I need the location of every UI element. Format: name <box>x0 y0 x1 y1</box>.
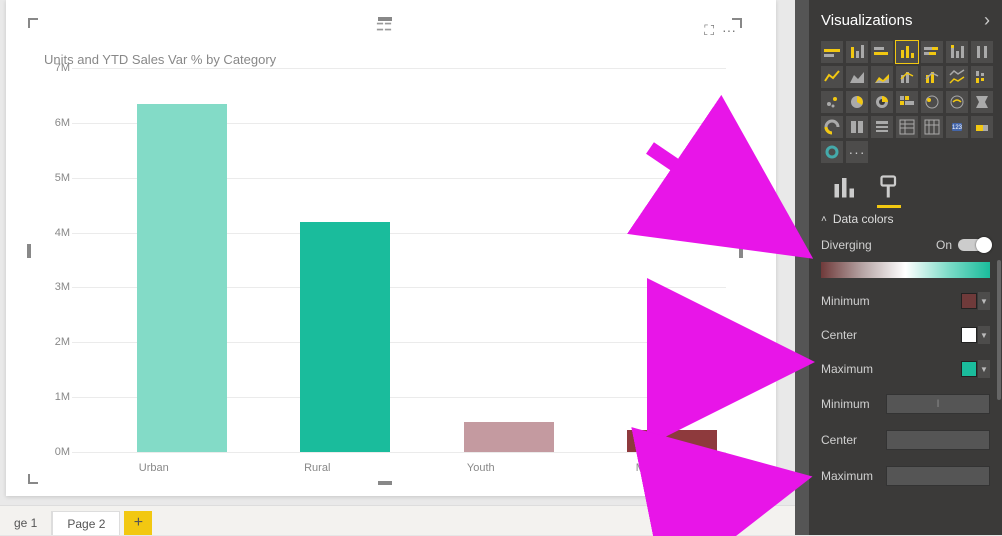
x-tick-label: Mix <box>636 462 653 474</box>
viz-type-icon-21[interactable] <box>821 116 843 138</box>
data-colors-section-header[interactable]: ˄ Data colors <box>821 212 990 226</box>
viz-type-icon-23[interactable] <box>871 116 893 138</box>
visualizations-panel: Visualizations › 123 ··· ˄ Data colors Di… <box>808 0 1002 535</box>
chevron-down-icon: ▼ <box>978 326 990 344</box>
y-tick-label: 7M <box>55 62 70 74</box>
panel-collapse-strip[interactable] <box>795 0 809 535</box>
focus-mode-icon[interactable]: ⛶ <box>704 22 714 39</box>
minimum-color-dropdown[interactable]: ▼ <box>961 292 990 310</box>
diverging-toggle[interactable]: On <box>936 238 990 252</box>
fields-tab-icon[interactable] <box>833 175 857 202</box>
y-tick-label: 3M <box>55 281 70 293</box>
chevron-down-icon: ▼ <box>978 292 990 310</box>
viz-type-icon-4[interactable] <box>921 41 943 63</box>
viz-type-icon-2[interactable] <box>871 41 893 63</box>
page-tab-2[interactable]: Page 2 <box>52 511 120 535</box>
diverging-label: Diverging <box>821 238 872 252</box>
viz-type-icon-20[interactable] <box>971 91 993 113</box>
report-page: ━━━━ ⛶ ··· Units and YTD Sales Var % by … <box>6 0 776 496</box>
minimum-value-label: Minimum <box>821 397 870 411</box>
viz-type-icon-22[interactable] <box>846 116 868 138</box>
viz-type-icon-7[interactable] <box>821 66 843 88</box>
x-tick-label: Rural <box>304 462 330 474</box>
chevron-down-icon: ▼ <box>978 360 990 378</box>
maximum-value-input[interactable] <box>886 466 990 486</box>
viz-type-icon-1[interactable] <box>846 41 868 63</box>
y-tick-label: 5M <box>55 172 70 184</box>
grid <box>72 68 726 452</box>
x-axis-labels: Urban Rural Youth Mix <box>72 458 726 474</box>
viz-type-icon-19[interactable] <box>946 91 968 113</box>
viz-type-icon-0[interactable] <box>821 41 843 63</box>
page-tab-1[interactable]: ge 1 <box>0 511 52 535</box>
viz-type-icon-27[interactable] <box>971 116 993 138</box>
minimum-value-input[interactable]: I <box>886 394 990 414</box>
viz-type-icon-16[interactable] <box>871 91 893 113</box>
diverging-gradient-preview <box>821 262 990 278</box>
viz-type-icon-14[interactable] <box>821 91 843 113</box>
report-canvas: ━━━━ ⛶ ··· Units and YTD Sales Var % by … <box>0 0 808 535</box>
text-cursor-icon: I <box>936 398 939 410</box>
section-title: Data colors <box>833 212 894 226</box>
maximum-value-label: Maximum <box>821 469 873 483</box>
toggle-state-label: On <box>936 238 952 252</box>
maximum-color-dropdown[interactable]: ▼ <box>961 360 990 378</box>
viz-type-icon-15[interactable] <box>846 91 868 113</box>
bar-mix[interactable] <box>627 430 717 452</box>
page-tab-bar: ge 1 Page 2 + <box>0 505 808 535</box>
viz-type-icon-18[interactable] <box>921 91 943 113</box>
viz-type-icon-25[interactable] <box>921 116 943 138</box>
viz-type-icon-3[interactable] <box>896 41 918 63</box>
drag-handle-icon[interactable]: ━━━━ <box>377 22 393 34</box>
panel-title: Visualizations <box>821 12 912 29</box>
viz-type-icon-6[interactable] <box>971 41 993 63</box>
y-tick-label: 0M <box>55 446 70 458</box>
panel-scrollbar[interactable] <box>997 260 1001 400</box>
viz-type-icon-8[interactable] <box>846 66 868 88</box>
maximum-color-swatch <box>961 361 977 377</box>
visualization-gallery: 123 ··· <box>809 39 1002 167</box>
panel-expand-icon[interactable]: › <box>984 10 990 31</box>
maximum-color-label: Maximum <box>821 362 873 376</box>
bar-youth[interactable] <box>464 422 554 452</box>
viz-type-icon-5[interactable] <box>946 41 968 63</box>
chevron-up-icon: ˄ <box>821 214 827 225</box>
center-value-input[interactable] <box>886 430 990 450</box>
more-options-icon[interactable]: ··· <box>722 22 736 39</box>
chart-title: Units and YTD Sales Var % by Category <box>44 52 276 67</box>
viz-type-icon-extra[interactable] <box>821 141 843 163</box>
viz-type-icon-11[interactable] <box>921 66 943 88</box>
bar-chart-visual[interactable]: ━━━━ ⛶ ··· Units and YTD Sales Var % by … <box>30 20 740 482</box>
center-color-label: Center <box>821 328 857 342</box>
chart-plot-area: 0M1M2M3M4M5M6M7M <box>44 68 726 452</box>
viz-gallery-more-icon[interactable]: ··· <box>846 141 868 163</box>
viz-type-icon-17[interactable] <box>896 91 918 113</box>
format-tab-icon[interactable] <box>877 175 901 202</box>
viz-type-icon-12[interactable] <box>946 66 968 88</box>
x-tick-label: Youth <box>467 462 495 474</box>
svg-text:123: 123 <box>952 125 963 131</box>
y-tick-label: 2M <box>55 336 70 348</box>
y-tick-label: 1M <box>55 391 70 403</box>
format-tab-switch <box>809 167 1002 202</box>
center-color-dropdown[interactable]: ▼ <box>961 326 990 344</box>
y-tick-label: 6M <box>55 117 70 129</box>
viz-type-icon-13[interactable] <box>971 66 993 88</box>
minimum-color-label: Minimum <box>821 294 870 308</box>
x-tick-label: Urban <box>139 462 169 474</box>
center-color-swatch <box>961 327 977 343</box>
viz-type-icon-24[interactable] <box>896 116 918 138</box>
viz-type-icon-10[interactable] <box>896 66 918 88</box>
y-tick-label: 4M <box>55 227 70 239</box>
viz-type-icon-26[interactable]: 123 <box>946 116 968 138</box>
minimum-color-swatch <box>961 293 977 309</box>
viz-type-icon-9[interactable] <box>871 66 893 88</box>
center-value-label: Center <box>821 433 857 447</box>
y-axis: 0M1M2M3M4M5M6M7M <box>44 68 72 452</box>
bar-rural[interactable] <box>300 222 390 452</box>
add-page-button[interactable]: + <box>124 511 152 535</box>
bar-urban[interactable] <box>137 104 227 452</box>
